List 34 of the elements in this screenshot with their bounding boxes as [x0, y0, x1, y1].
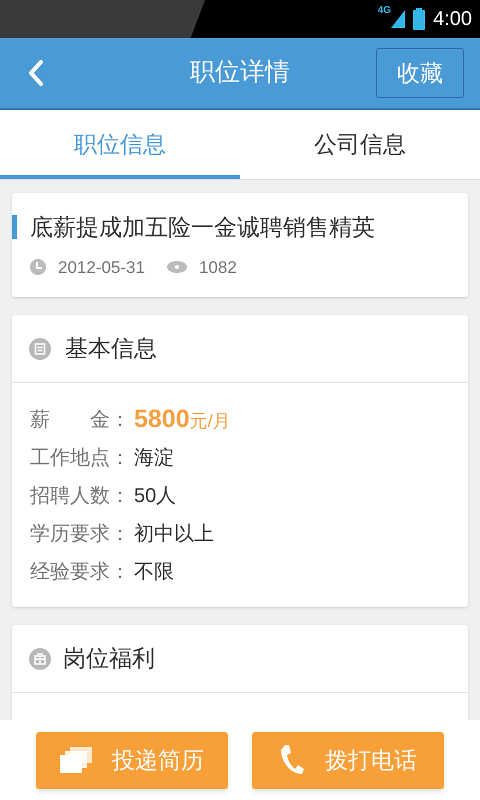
tab[interactable]: 职位信息	[0, 110, 240, 179]
tab[interactable]: 公司信息	[240, 110, 480, 179]
section-title: 岗位福利	[63, 644, 155, 674]
eye-icon	[166, 261, 187, 274]
submit-resume-button[interactable]: 投递简历	[36, 732, 228, 788]
field-value: 海淀	[134, 446, 174, 471]
field-value: 初中以上	[134, 522, 214, 547]
network-label: 4G	[378, 6, 392, 16]
signal-icon	[391, 10, 406, 28]
field-label: 招聘人数：	[30, 484, 131, 509]
post-date: 2012-05-31	[58, 256, 145, 278]
call-button[interactable]: 拨打电话	[252, 732, 444, 788]
view-count: 1082	[198, 256, 237, 278]
phone-icon	[279, 744, 305, 776]
back-icon	[28, 60, 44, 86]
field-label: 薪 金：	[30, 408, 131, 433]
job-title: 底薪提成加五险一金诚聘销售精英	[30, 213, 375, 242]
field-value: 50人	[134, 484, 176, 509]
salary-amount: 5800	[134, 404, 190, 436]
field-value: 不限	[134, 560, 174, 585]
section-title: 基本信息	[65, 334, 157, 364]
favorite-button[interactable]: 收藏	[376, 48, 464, 98]
page-title: 职位详情	[190, 57, 290, 88]
notepad-icon	[29, 338, 51, 360]
field-label: 经验要求：	[30, 560, 131, 585]
clock-icon	[30, 259, 46, 276]
gift-icon	[29, 648, 51, 670]
battery-icon	[413, 8, 426, 30]
field-label: 工作地点：	[30, 446, 131, 471]
stacked-cards-icon	[60, 747, 92, 773]
clock: 4:00	[433, 7, 472, 32]
field-label: 学历要求：	[30, 522, 131, 547]
accent-bar	[12, 215, 17, 240]
salary-unit: 元/月	[190, 410, 231, 434]
